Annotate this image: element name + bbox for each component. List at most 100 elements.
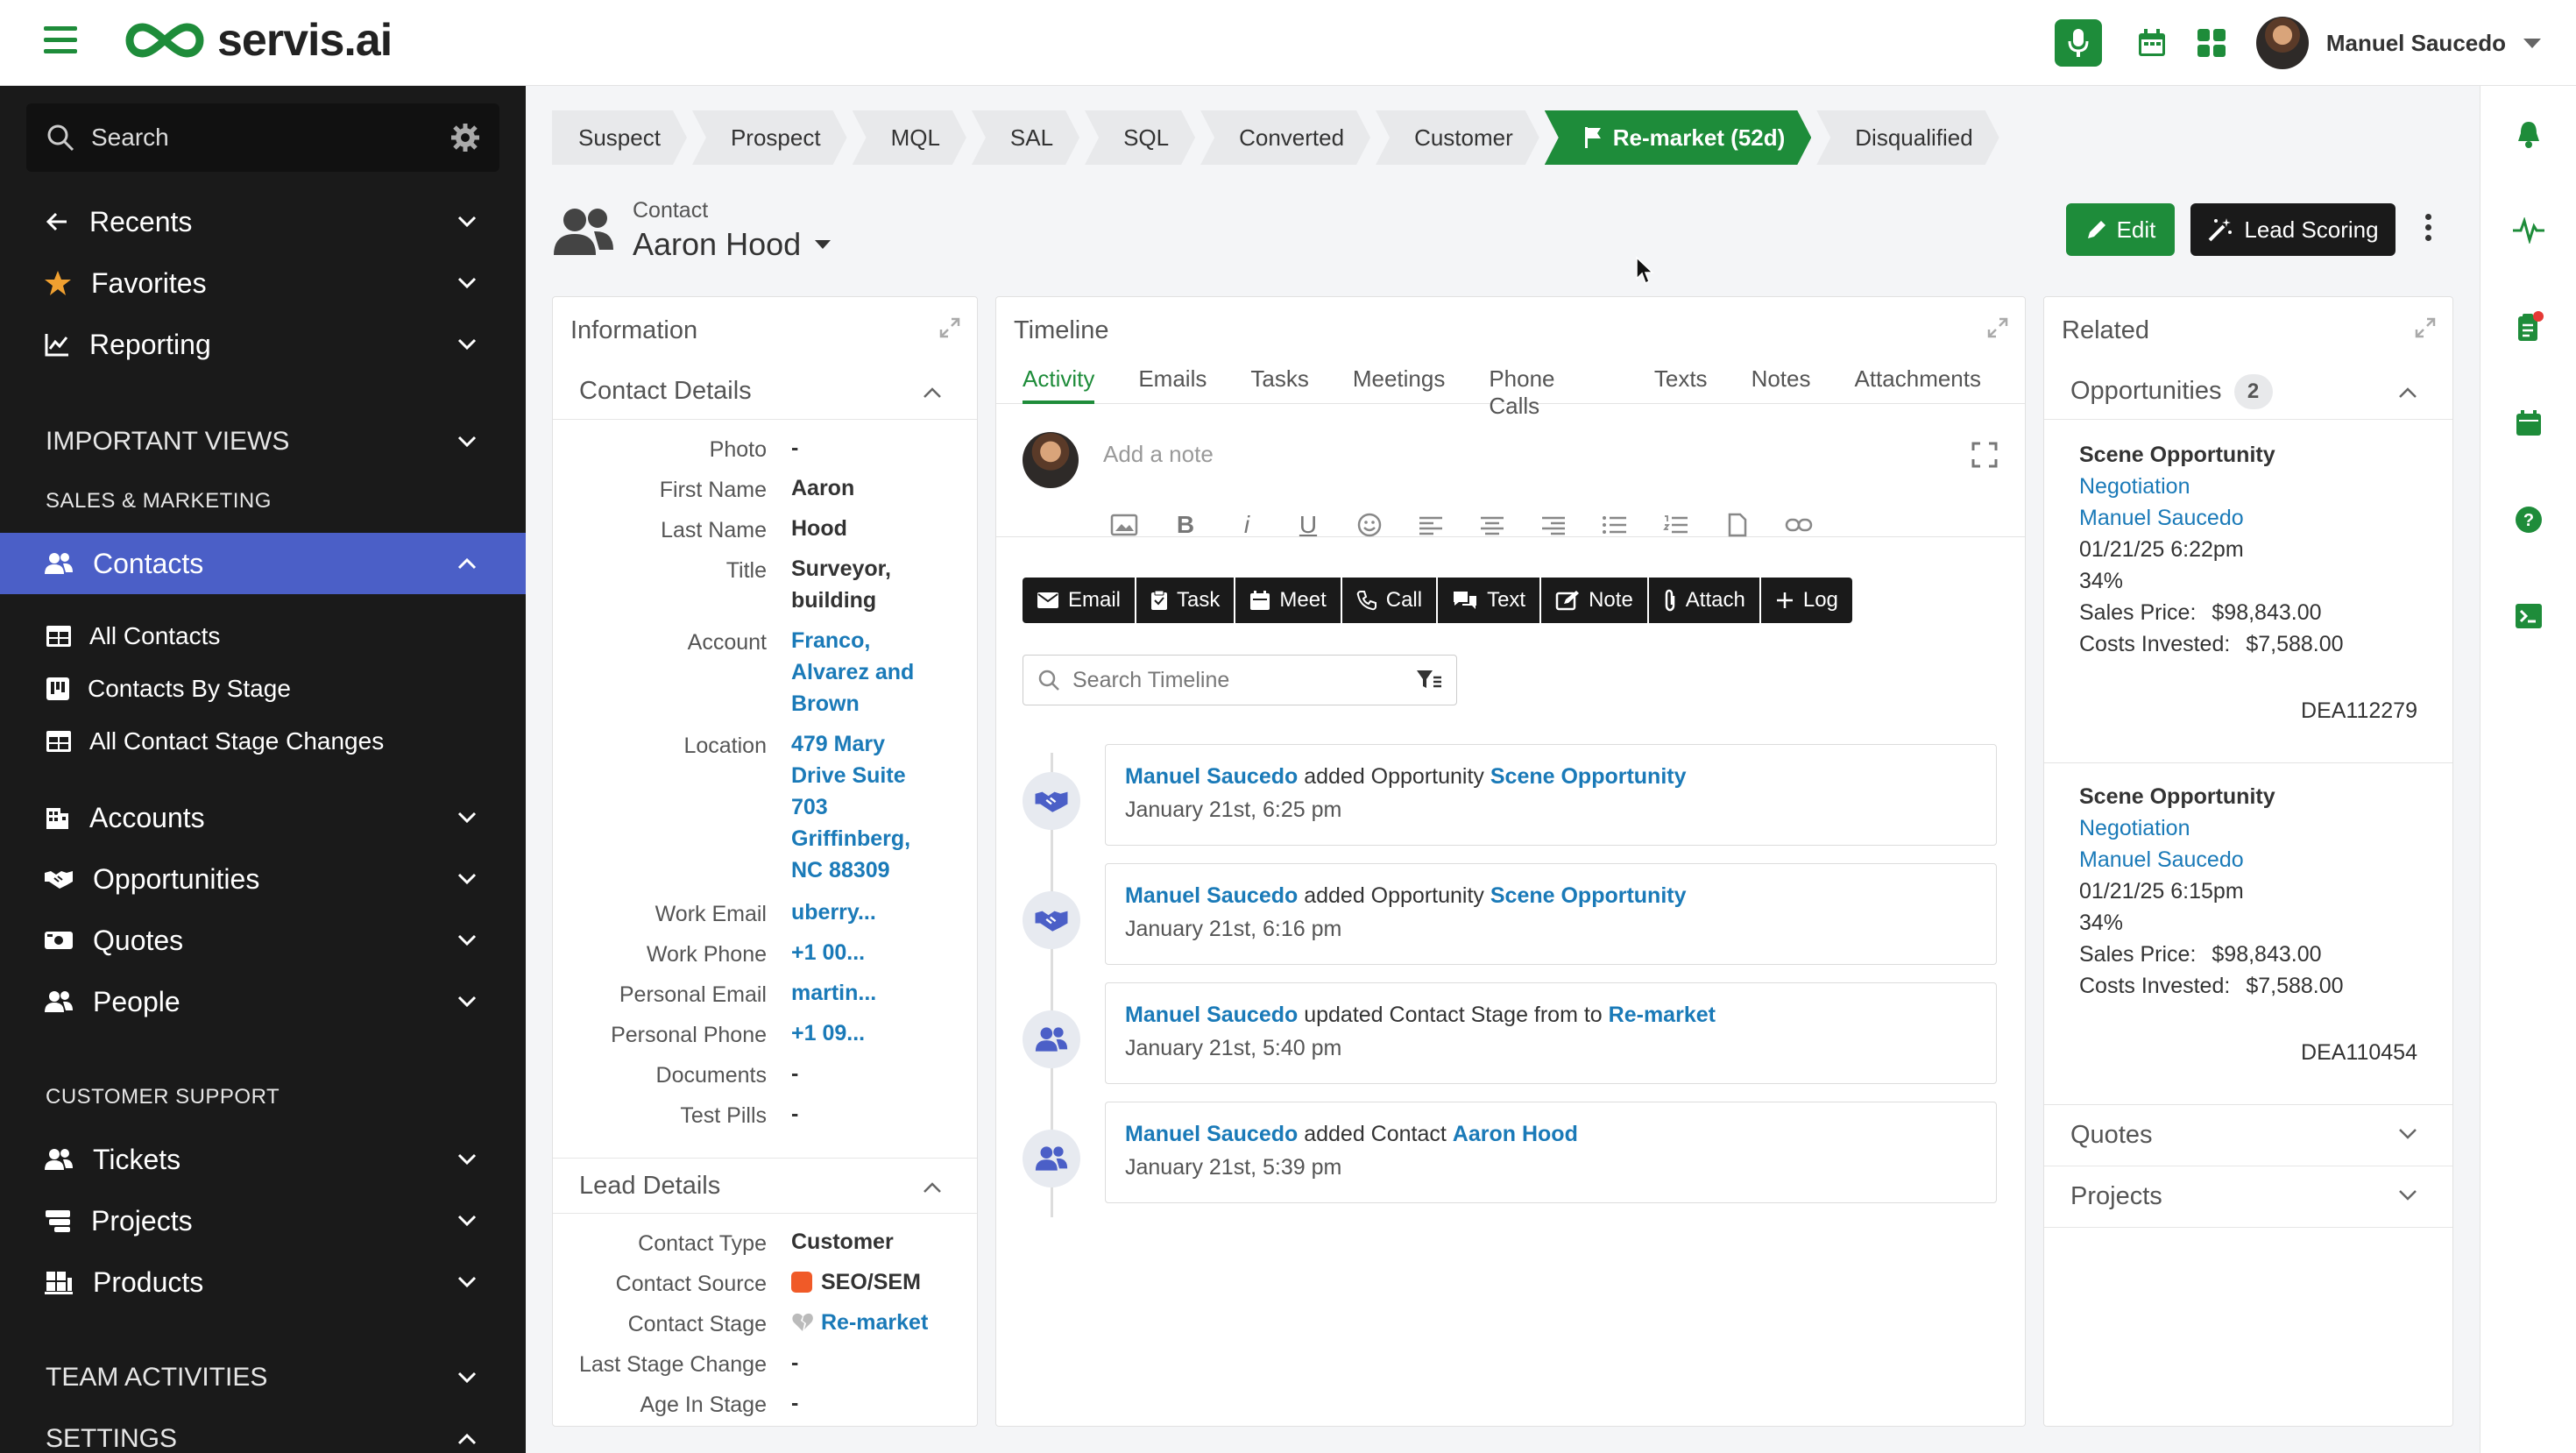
- target-link[interactable]: Scene Opportunity: [1490, 764, 1687, 789]
- actor-link[interactable]: Manuel Saucedo: [1125, 883, 1298, 908]
- task-action-button[interactable]: Task: [1136, 578, 1235, 623]
- opportunity-owner[interactable]: Manuel Saucedo: [2079, 847, 2244, 873]
- nav-people[interactable]: People: [0, 971, 526, 1032]
- tab-tasks[interactable]: Tasks: [1250, 353, 1308, 404]
- tab-attachments[interactable]: Attachments: [1854, 353, 1981, 404]
- image-icon[interactable]: [1101, 509, 1147, 541]
- stage-customer[interactable]: Customer: [1376, 110, 1539, 165]
- lead-details-header[interactable]: Lead Details: [553, 1158, 977, 1214]
- actor-link[interactable]: Manuel Saucedo: [1125, 764, 1298, 789]
- expand-icon[interactable]: [2414, 316, 2437, 339]
- underline-icon[interactable]: U: [1285, 509, 1331, 541]
- stage-sal[interactable]: SAL: [972, 110, 1079, 165]
- work-phone-link[interactable]: +1 00...: [791, 937, 966, 968]
- nav-reporting[interactable]: Reporting: [0, 314, 526, 375]
- target-link[interactable]: Re-market: [1609, 1003, 1716, 1027]
- actor-link[interactable]: Manuel Saucedo: [1125, 1122, 1298, 1146]
- tab-emails[interactable]: Emails: [1138, 353, 1207, 404]
- user-avatar[interactable]: [2255, 17, 2309, 69]
- contact-name-dropdown[interactable]: Aaron Hood: [633, 226, 832, 263]
- calendar-button[interactable]: [2128, 19, 2176, 67]
- opportunity-stage[interactable]: Negotiation: [2079, 474, 2190, 500]
- tab-meetings[interactable]: Meetings: [1353, 353, 1446, 404]
- nav-products[interactable]: Products: [0, 1251, 526, 1313]
- document-icon[interactable]: [1715, 509, 1760, 541]
- expand-icon[interactable]: [938, 316, 961, 339]
- stage-suspect[interactable]: Suspect: [552, 110, 687, 165]
- opportunity-stage[interactable]: Negotiation: [2079, 816, 2190, 841]
- projects-section-header[interactable]: Projects: [2044, 1166, 2452, 1228]
- stage-mql[interactable]: MQL: [853, 110, 966, 165]
- note-action-button[interactable]: Note: [1541, 578, 1647, 623]
- numbered-list-icon[interactable]: [1653, 509, 1699, 541]
- stage-sql[interactable]: SQL: [1085, 110, 1195, 165]
- quotes-section-header[interactable]: Quotes: [2044, 1105, 2452, 1166]
- nav-tickets[interactable]: Tickets: [0, 1129, 526, 1190]
- add-note-input[interactable]: Add a note: [1103, 441, 1214, 468]
- opportunity-card[interactable]: Scene Opportunity Negotiation Manuel Sau…: [2044, 763, 2452, 1105]
- gear-icon[interactable]: [450, 123, 480, 152]
- emoji-icon[interactable]: [1347, 509, 1392, 541]
- nav-accounts[interactable]: Accounts: [0, 787, 526, 848]
- opportunity-name[interactable]: Scene Opportunity: [2079, 443, 2275, 468]
- target-link[interactable]: Aaron Hood: [1453, 1122, 1578, 1146]
- section-team-activities[interactable]: TEAM ACTIVITIES: [0, 1351, 526, 1404]
- contact-stage-link[interactable]: Re-market: [821, 1307, 928, 1338]
- opportunity-name[interactable]: Scene Opportunity: [2079, 784, 2275, 810]
- personal-email-link[interactable]: martin...: [791, 977, 966, 1009]
- user-menu-caret-icon[interactable]: [2523, 38, 2541, 48]
- stage-prospect[interactable]: Prospect: [692, 110, 847, 165]
- target-link[interactable]: Scene Opportunity: [1490, 883, 1687, 908]
- align-right-icon[interactable]: [1531, 509, 1576, 541]
- align-center-icon[interactable]: [1469, 509, 1515, 541]
- bold-icon[interactable]: B: [1163, 509, 1208, 541]
- stage-converted[interactable]: Converted: [1200, 110, 1370, 165]
- align-left-icon[interactable]: [1408, 509, 1454, 541]
- nav-quotes[interactable]: Quotes: [0, 910, 526, 971]
- microphone-button[interactable]: [2054, 19, 2102, 67]
- nav-opportunities[interactable]: Opportunities: [0, 848, 526, 910]
- nav-contacts[interactable]: Contacts: [0, 533, 526, 594]
- filter-icon[interactable]: [1416, 669, 1442, 691]
- stage-re-market[interactable]: Re-market (52d): [1545, 110, 1812, 165]
- calendar-icon[interactable]: [2507, 401, 2551, 445]
- contact-details-header[interactable]: Contact Details: [553, 364, 977, 420]
- link-icon[interactable]: [1776, 509, 1822, 541]
- opportunities-section-header[interactable]: Opportunities 2: [2044, 364, 2452, 420]
- timeline-search-input[interactable]: Search Timeline: [1023, 655, 1457, 705]
- actor-link[interactable]: Manuel Saucedo: [1125, 1003, 1298, 1027]
- meet-action-button[interactable]: Meet: [1235, 578, 1341, 623]
- stage-disqualified[interactable]: Disqualified: [1816, 110, 1999, 165]
- work-email-link[interactable]: uberry...: [791, 897, 966, 928]
- log-action-button[interactable]: Log: [1760, 578, 1852, 623]
- section-settings[interactable]: SETTINGS: [0, 1413, 526, 1453]
- nav-recents[interactable]: Recents: [0, 191, 526, 252]
- opportunity-owner[interactable]: Manuel Saucedo: [2079, 506, 2244, 531]
- fullscreen-icon[interactable]: [1971, 441, 1999, 469]
- section-important-views[interactable]: IMPORTANT VIEWS: [0, 415, 526, 468]
- terminal-icon[interactable]: [2507, 594, 2551, 638]
- tab-notes[interactable]: Notes: [1752, 353, 1811, 404]
- call-action-button[interactable]: Call: [1341, 578, 1437, 623]
- bulleted-list-icon[interactable]: [1592, 509, 1638, 541]
- notifications-bell-icon[interactable]: [2507, 112, 2551, 156]
- personal-phone-link[interactable]: +1 09...: [791, 1017, 966, 1049]
- user-name[interactable]: Manuel Saucedo: [2326, 30, 2506, 57]
- nav-contacts-by-stage[interactable]: Contacts By Stage: [0, 664, 526, 713]
- apps-grid-button[interactable]: [2188, 19, 2235, 67]
- menu-icon[interactable]: [44, 26, 77, 54]
- italic-icon[interactable]: i: [1224, 509, 1270, 541]
- help-icon[interactable]: ?: [2507, 498, 2551, 542]
- location-link[interactable]: 479 Mary Drive Suite 703 Griffinberg, NC…: [791, 728, 923, 886]
- sidebar-search[interactable]: Search: [26, 103, 499, 172]
- edit-button[interactable]: Edit: [2066, 203, 2175, 256]
- email-action-button[interactable]: Email: [1023, 578, 1136, 623]
- tab-texts[interactable]: Texts: [1654, 353, 1708, 404]
- expand-icon[interactable]: [1986, 316, 2009, 339]
- logo[interactable]: servis.ai: [121, 14, 393, 67]
- nav-projects[interactable]: Projects: [0, 1190, 526, 1251]
- activity-pulse-icon[interactable]: [2507, 209, 2551, 252]
- more-actions-kebab-icon[interactable]: [2425, 214, 2434, 245]
- text-action-button[interactable]: Text: [1438, 578, 1540, 623]
- nav-all-contacts[interactable]: All Contacts: [0, 612, 526, 661]
